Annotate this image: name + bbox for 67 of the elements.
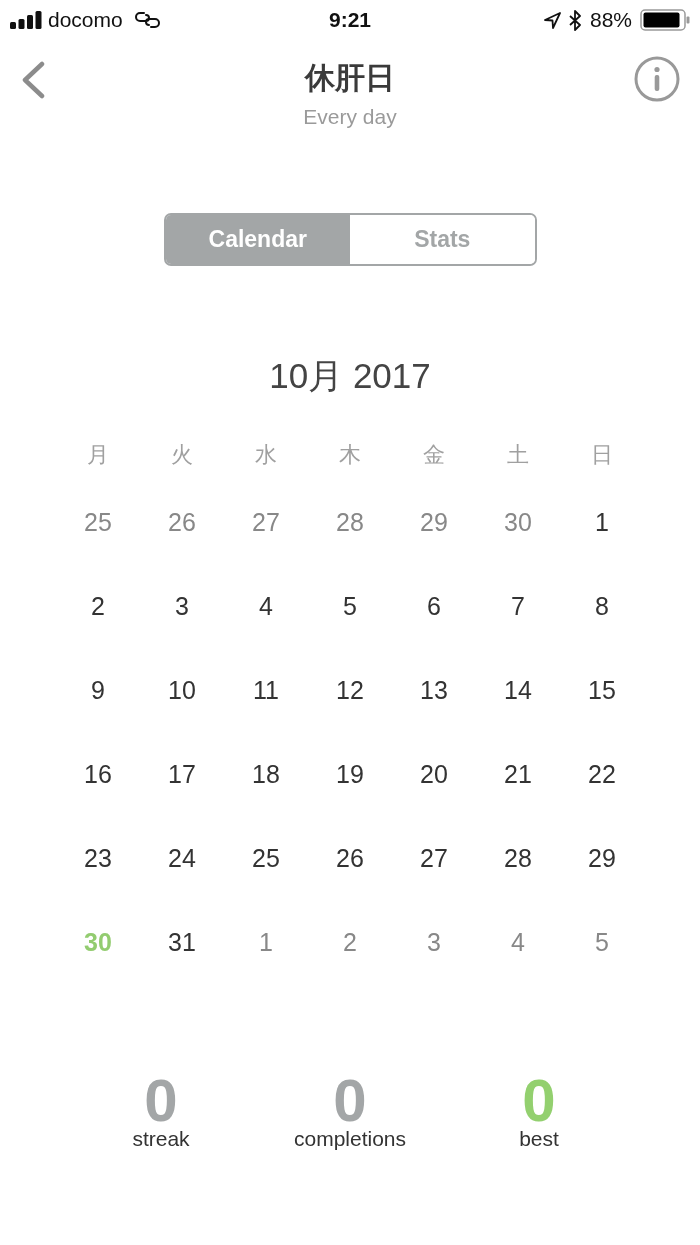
calendar-day[interactable]: 2	[91, 591, 105, 621]
calendar-day[interactable]: 25	[252, 843, 280, 873]
calendar-day[interactable]: 6	[427, 591, 441, 621]
calendar-day[interactable]: 2	[343, 927, 357, 957]
habit-frequency: Every day	[303, 104, 397, 130]
calendar-day[interactable]: 4	[511, 927, 525, 957]
calendar-day[interactable]: 17	[168, 759, 196, 789]
habit-title: 休肝日	[305, 60, 395, 96]
calendar-day[interactable]: 3	[175, 591, 189, 621]
back-chevron-icon	[20, 61, 46, 99]
weekday-label: 金	[423, 441, 445, 469]
calendar-day[interactable]: 29	[420, 507, 448, 537]
calendar-day[interactable]: 4	[259, 591, 273, 621]
calendar-day[interactable]: 9	[91, 675, 105, 705]
calendar-day[interactable]: 1	[259, 927, 273, 957]
clock-time: 9:21	[329, 8, 371, 32]
calendar-day[interactable]: 20	[420, 759, 448, 789]
stat-value: 0	[144, 1076, 178, 1126]
stat-label: best	[519, 1126, 559, 1152]
calendar-day[interactable]: 28	[336, 507, 364, 537]
weekday-label: 土	[507, 441, 529, 469]
calendar-day[interactable]: 10	[168, 675, 196, 705]
battery-icon	[640, 9, 690, 31]
location-arrow-icon	[543, 11, 561, 29]
bluetooth-icon	[568, 9, 582, 31]
calendar-day[interactable]: 5	[595, 927, 609, 957]
calendar-day[interactable]: 8	[595, 591, 609, 621]
weekday-label: 火	[171, 441, 193, 469]
info-icon[interactable]	[634, 56, 680, 102]
calendar-day[interactable]: 3	[427, 927, 441, 957]
calendar-day[interactable]: 31	[168, 927, 196, 957]
calendar-day[interactable]: 28	[504, 843, 532, 873]
signal-icon	[10, 11, 42, 29]
calendar-day[interactable]: 5	[343, 591, 357, 621]
calendar-day[interactable]: 23	[84, 843, 112, 873]
calendar-day[interactable]: 19	[336, 759, 364, 789]
carrier-name: docomo	[48, 8, 123, 32]
calendar-day[interactable]: 16	[84, 759, 112, 789]
calendar-day[interactable]: 30	[504, 507, 532, 537]
month-title: 10月 2017	[269, 356, 431, 396]
calendar-day[interactable]: 26	[336, 843, 364, 873]
stat-label: streak	[132, 1126, 190, 1152]
weekday-label: 月	[87, 441, 109, 469]
calendar-day[interactable]: 18	[252, 759, 280, 789]
calendar-day[interactable]: 22	[588, 759, 616, 789]
calendar-day[interactable]: 26	[168, 507, 196, 537]
stat-value: 0	[333, 1076, 367, 1126]
stat-value: 0	[522, 1076, 556, 1126]
calendar-day[interactable]: 27	[420, 843, 448, 873]
calendar-day[interactable]: 14	[504, 675, 532, 705]
calendar-day[interactable]: 1	[595, 507, 609, 537]
battery-percent: 88%	[589, 8, 632, 32]
calendar-day[interactable]: 11	[253, 675, 279, 705]
calendar-day[interactable]: 13	[420, 675, 448, 705]
calendar-day[interactable]: 25	[84, 507, 112, 537]
calendar-day[interactable]: 21	[504, 759, 532, 789]
stat-label: completions	[293, 1126, 407, 1152]
calendar-day[interactable]: 29	[588, 843, 616, 873]
calendar-day[interactable]: 7	[511, 591, 525, 621]
calendar-day[interactable]: 24	[168, 843, 196, 873]
weekday-label: 木	[339, 441, 361, 469]
weekday-label: 日	[591, 441, 613, 469]
calendar-day[interactable]: 27	[252, 507, 280, 537]
calendar-day[interactable]: 15	[588, 675, 616, 705]
link-icon	[134, 11, 160, 29]
weekday-label: 水	[255, 441, 277, 469]
calendar-day[interactable]: 12	[336, 675, 364, 705]
